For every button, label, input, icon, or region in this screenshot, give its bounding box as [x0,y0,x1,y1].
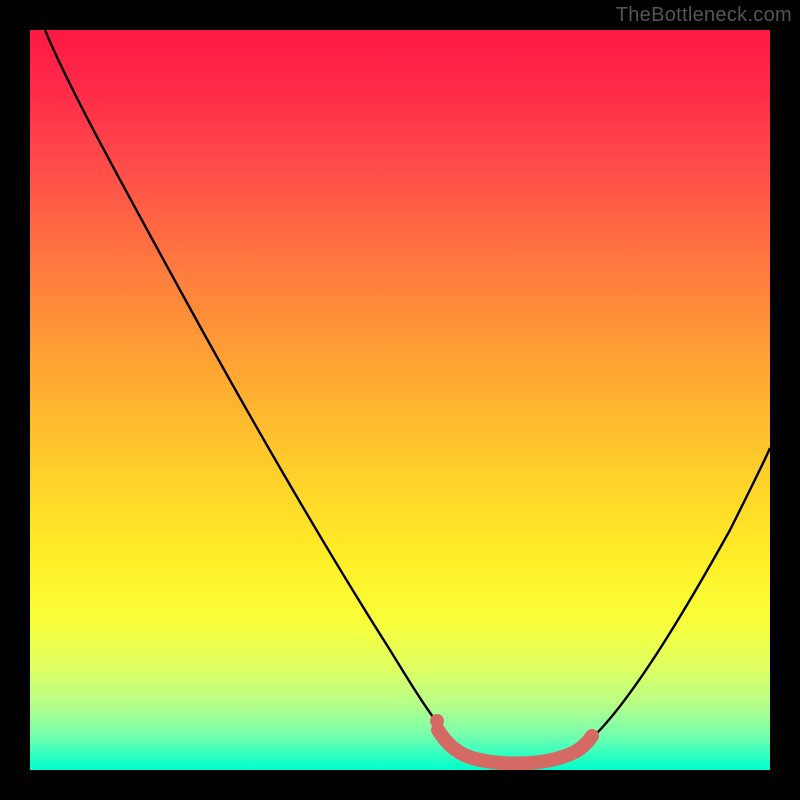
curve-layer [30,30,770,770]
plot-area [30,30,770,770]
highlight-segment [438,730,592,764]
chart-frame: TheBottleneck.com [0,0,800,800]
main-curve [45,30,770,764]
highlight-dot [430,714,444,728]
watermark-text: TheBottleneck.com [616,4,792,27]
